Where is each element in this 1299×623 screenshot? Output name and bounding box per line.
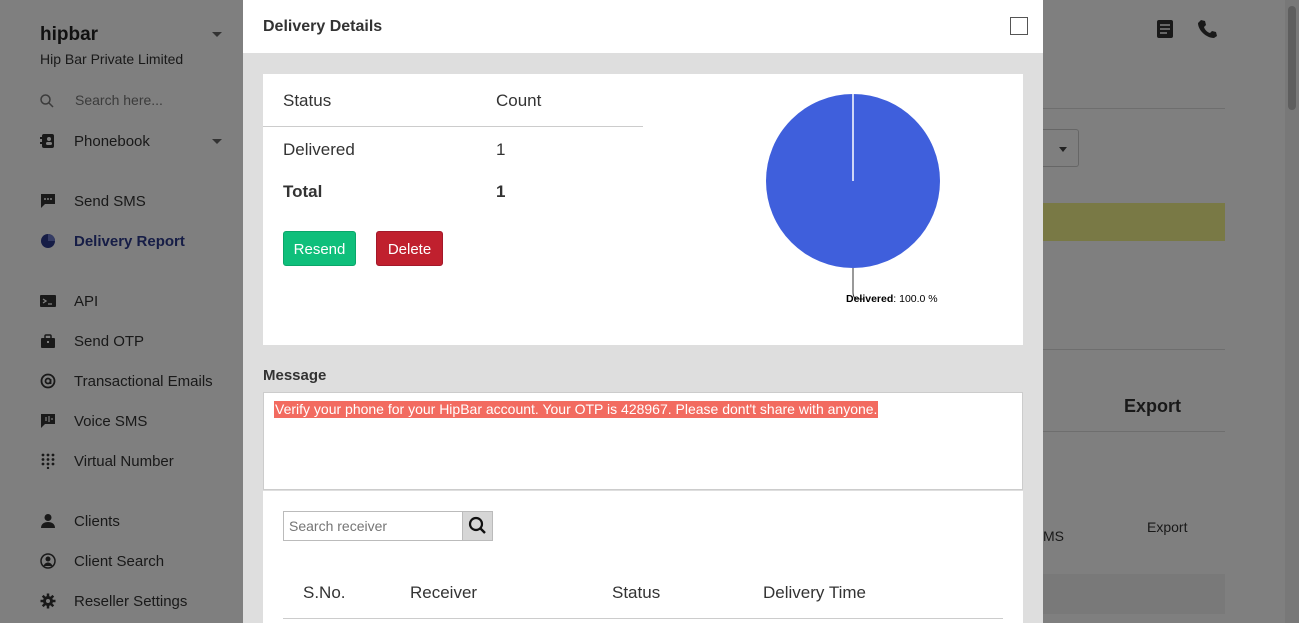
pie-data-label-name: Delivered xyxy=(846,293,893,305)
column-status: Status xyxy=(612,583,661,602)
total-label: Total xyxy=(283,182,323,201)
search-button[interactable] xyxy=(462,511,493,541)
search-receiver-input[interactable] xyxy=(283,511,463,541)
modal-header: Delivery Details xyxy=(243,0,1043,53)
column-receiver: Receiver xyxy=(410,583,478,602)
close-button[interactable] xyxy=(1010,17,1028,35)
receivers-panel: S.No. Receiver Status Delivery Time xyxy=(263,491,1023,623)
header-count: Count xyxy=(496,91,542,110)
message-label: Message xyxy=(263,367,327,384)
delete-button[interactable]: Delete xyxy=(376,231,443,266)
message-box: Verify your phone for your HipBar accoun… xyxy=(263,392,1023,490)
search-icon xyxy=(468,516,486,534)
column-delivery-time: Delivery Time xyxy=(763,583,866,602)
column-sno: S.No. xyxy=(303,583,346,602)
modal-title: Delivery Details xyxy=(263,18,383,35)
pie-data-label-value: : 100.0 % xyxy=(893,293,937,305)
row-status: Delivered xyxy=(283,140,355,159)
summary-panel: Status Count Delivered 1 Total 1 Resend … xyxy=(263,74,1023,345)
resend-button[interactable]: Resend xyxy=(283,231,356,266)
delivery-pie-chart: Delivered: 100.0 % xyxy=(766,94,940,305)
table-header-divider xyxy=(283,618,1003,619)
header-status: Status xyxy=(283,91,332,110)
delivery-details-modal: Delivery Details Status Count Delivered … xyxy=(243,0,1043,623)
row-count: 1 xyxy=(496,140,506,159)
pie-data-label: Delivered: 100.0 % xyxy=(846,293,938,305)
status-table-header: Status Count xyxy=(263,74,643,127)
total-count: 1 xyxy=(496,182,506,201)
message-text: Verify your phone for your HipBar accoun… xyxy=(274,401,879,418)
